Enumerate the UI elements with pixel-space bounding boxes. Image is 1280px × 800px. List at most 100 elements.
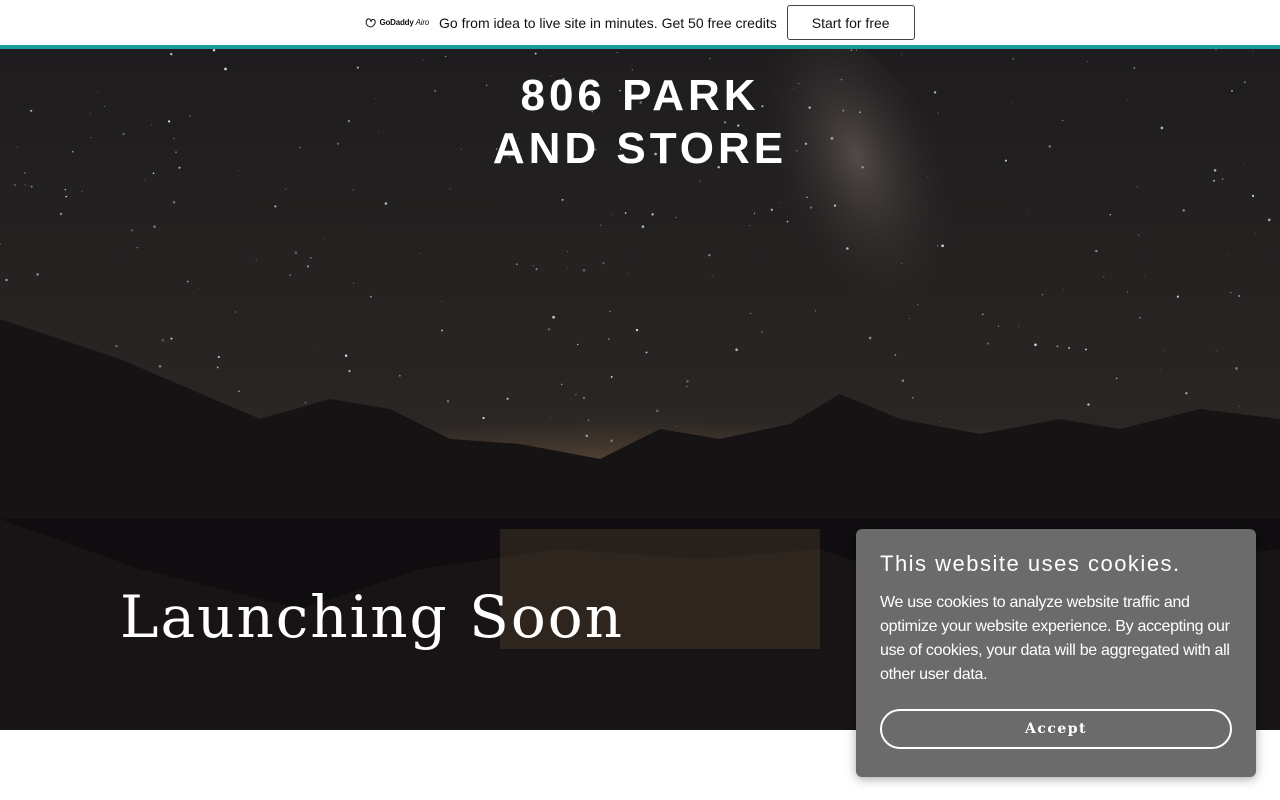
star <box>353 282 355 284</box>
star <box>136 246 138 249</box>
star <box>5 278 8 282</box>
star <box>130 229 134 232</box>
star <box>172 201 176 204</box>
promo-bar: GoDaddy Airo Go from idea to live site i… <box>0 0 1280 49</box>
star <box>1139 317 1141 319</box>
star <box>36 273 39 276</box>
star <box>1163 349 1165 351</box>
start-for-free-button[interactable]: Start for free <box>786 5 915 40</box>
star <box>212 49 216 52</box>
star <box>909 318 910 319</box>
star <box>711 275 713 277</box>
star <box>1087 403 1090 406</box>
star <box>115 344 118 348</box>
star <box>582 269 586 272</box>
star <box>868 336 872 340</box>
promo-message: Go from idea to live site in minutes. Ge… <box>439 14 777 31</box>
accept-cookies-button[interactable]: Accept <box>880 709 1232 749</box>
star <box>238 390 240 393</box>
star <box>158 365 162 368</box>
star <box>294 251 298 255</box>
star <box>13 184 16 187</box>
star <box>1084 348 1087 351</box>
star <box>344 354 348 357</box>
godaddy-logo-icon <box>366 17 377 27</box>
star <box>609 310 611 313</box>
star <box>30 185 33 188</box>
star <box>216 366 219 369</box>
star <box>419 252 420 254</box>
star <box>399 374 401 377</box>
star <box>901 54 903 56</box>
star <box>1238 405 1240 407</box>
star <box>1018 325 1020 327</box>
star <box>635 328 639 332</box>
star <box>894 354 897 356</box>
star <box>686 385 688 388</box>
site-title-line2: AND STORE <box>492 124 788 173</box>
launching-soon-heading: Launching Soon <box>120 583 625 651</box>
star <box>1103 276 1105 278</box>
star <box>735 348 738 352</box>
star <box>941 244 944 248</box>
star <box>274 205 277 208</box>
star <box>749 312 752 315</box>
star <box>1251 194 1255 197</box>
star <box>153 225 156 229</box>
star <box>611 214 613 216</box>
star <box>575 393 577 396</box>
star <box>370 295 372 298</box>
star <box>24 184 26 186</box>
godaddy-airo-logo[interactable]: GoDaddy Airo <box>365 17 429 29</box>
star <box>850 49 853 52</box>
star <box>535 268 538 271</box>
star <box>566 268 568 270</box>
star <box>143 179 145 181</box>
star <box>1176 295 1180 298</box>
star <box>761 331 764 334</box>
star <box>446 399 450 403</box>
star <box>552 315 555 319</box>
star <box>1215 49 1217 51</box>
star <box>170 52 173 56</box>
star <box>1115 377 1118 380</box>
star <box>1252 50 1254 52</box>
star <box>1185 392 1188 395</box>
star <box>422 59 424 61</box>
star <box>577 343 579 346</box>
star <box>1068 346 1071 349</box>
star <box>610 439 614 443</box>
star <box>624 212 627 214</box>
star <box>837 51 839 53</box>
star <box>686 380 689 383</box>
star <box>348 369 351 373</box>
star <box>901 263 903 264</box>
star <box>65 195 68 198</box>
star <box>602 262 605 265</box>
star <box>749 225 751 226</box>
star <box>549 416 551 418</box>
star <box>1027 213 1028 215</box>
star <box>786 220 789 223</box>
star <box>59 212 63 215</box>
star <box>610 375 613 378</box>
star <box>901 379 905 383</box>
star <box>285 188 287 190</box>
star <box>533 265 535 267</box>
star <box>1087 61 1088 62</box>
star <box>170 337 173 340</box>
promo-content: GoDaddy Airo Go from idea to live site i… <box>365 5 915 40</box>
star <box>315 350 317 352</box>
cookie-title: This website uses cookies. <box>880 551 1181 576</box>
star <box>583 396 585 399</box>
star <box>506 397 509 400</box>
star <box>1144 276 1145 277</box>
star <box>616 52 618 54</box>
star <box>304 401 307 404</box>
brand-name: GoDaddy <box>379 18 414 27</box>
star <box>981 313 984 316</box>
star <box>855 49 858 51</box>
star <box>655 409 659 413</box>
site-title-line1: 806 PARK <box>520 71 760 120</box>
star <box>234 311 236 313</box>
